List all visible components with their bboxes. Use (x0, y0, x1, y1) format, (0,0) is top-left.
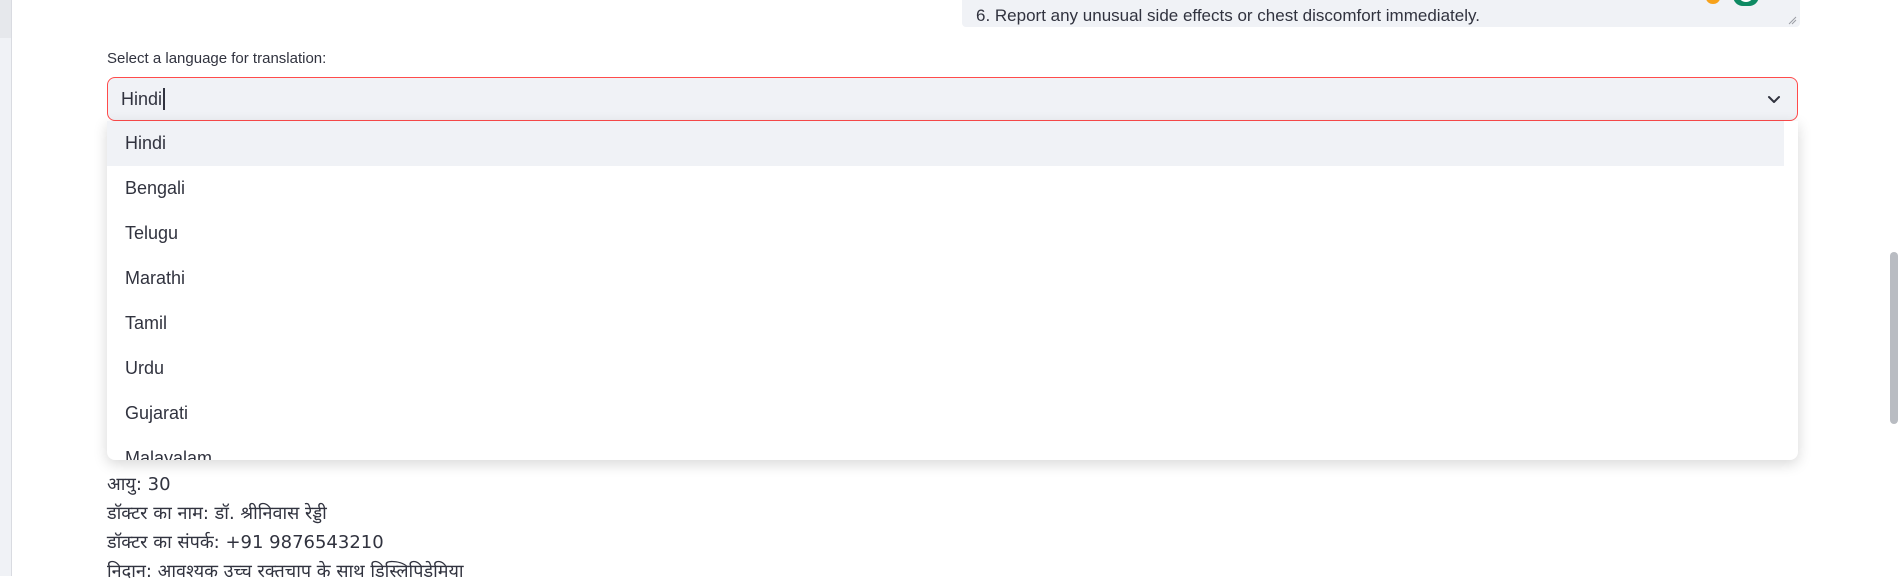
page-scrollbar[interactable] (1888, 0, 1900, 576)
translated-output: आयु: 30 डॉक्टर का नाम: डॉ. श्रीनिवास रेड… (107, 470, 464, 586)
language-dropdown-list: Hindi Bengali Telugu Marathi Tamil Urdu … (107, 121, 1798, 460)
translated-line-diagnosis: निदान: आवश्यक उच्च रक्तचाप के साथ डिस्लि… (107, 561, 464, 582)
translated-line-age: आयु: 30 (107, 474, 171, 495)
language-select-input[interactable]: Hindi (121, 87, 166, 110)
language-select[interactable]: Hindi (107, 77, 1798, 121)
option-tamil[interactable]: Tamil (107, 301, 1784, 346)
instructions-last-line: 6. Report any unusual side effects or ch… (976, 6, 1480, 25)
translated-line-doctor-contact: डॉक्टर का संपर्क: +91 9876543210 (107, 532, 384, 553)
translated-line-doctor-name: डॉक्टर का नाम: डॉ. श्रीनिवास रेड्डी (107, 503, 327, 524)
text-cursor (163, 87, 166, 110)
option-telugu[interactable]: Telugu (107, 211, 1784, 256)
option-bengali[interactable]: Bengali (107, 166, 1784, 211)
chevron-down-icon[interactable] (1765, 90, 1783, 108)
resize-grip-icon[interactable] (1787, 15, 1797, 25)
option-urdu[interactable]: Urdu (107, 346, 1784, 391)
left-sidebar-edge (0, 0, 12, 576)
language-select-label: Select a language for translation: (107, 50, 327, 67)
option-malayalam[interactable]: Malayalam (107, 436, 1784, 460)
option-hindi[interactable]: Hindi (107, 121, 1784, 166)
option-marathi[interactable]: Marathi (107, 256, 1784, 301)
scrollbar-thumb[interactable] (1890, 252, 1898, 424)
language-select-value: Hindi (121, 89, 163, 109)
instructions-textarea[interactable]: 6. Report any unusual side effects or ch… (962, 0, 1800, 27)
option-gujarati[interactable]: Gujarati (107, 391, 1784, 436)
sidebar-edge-top (0, 0, 11, 38)
